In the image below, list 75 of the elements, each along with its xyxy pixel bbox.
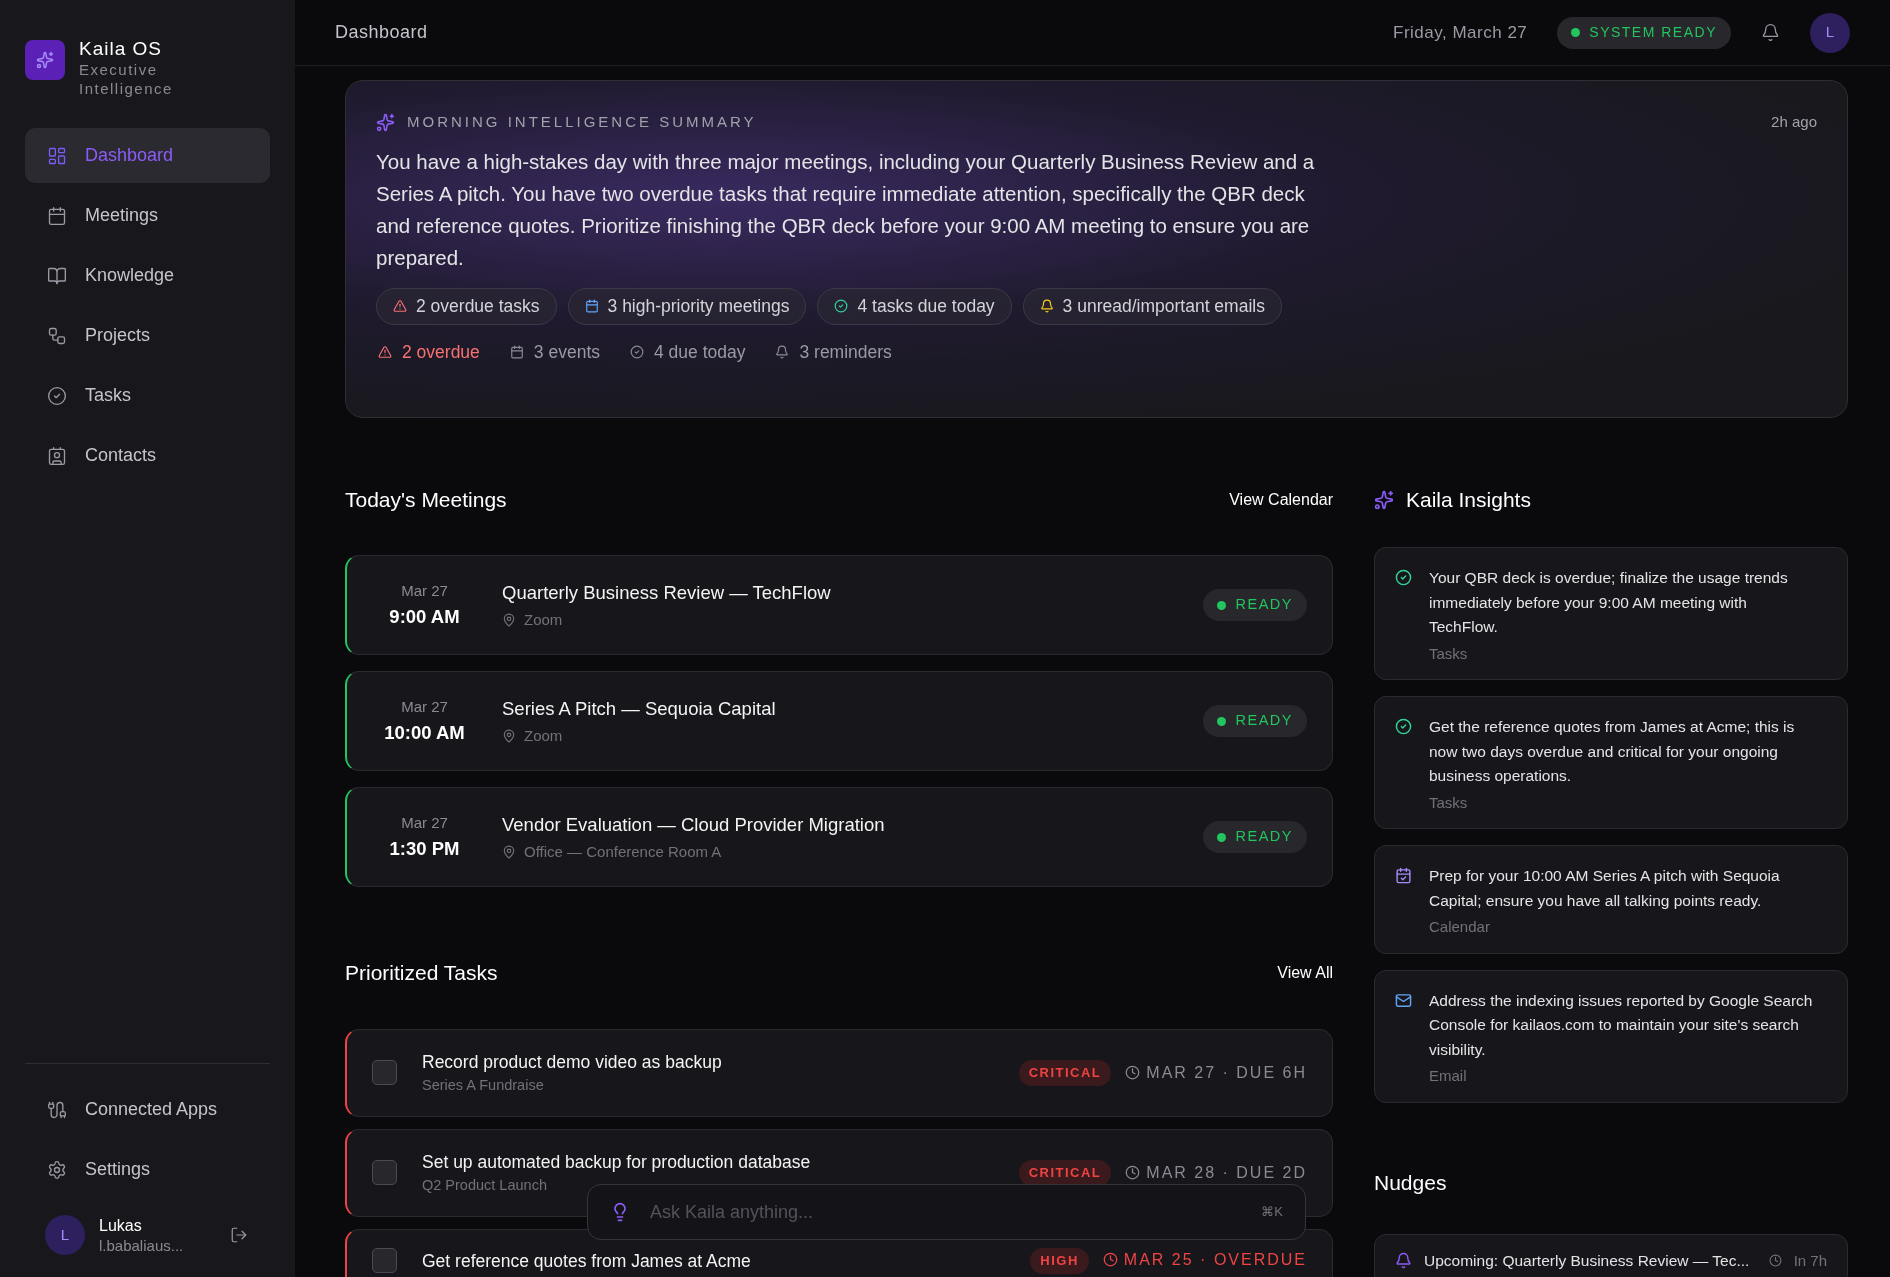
nav-item[interactable]: Meetings bbox=[25, 188, 270, 243]
user-email: l.babaliaus... bbox=[99, 1235, 185, 1255]
meeting-location: Zoom bbox=[524, 609, 563, 630]
page-title: Dashboard bbox=[335, 21, 428, 44]
ask-dialog[interactable]: Ask Kaila anything... ⌘K bbox=[587, 1184, 1306, 1240]
status-text: READY bbox=[1235, 595, 1293, 615]
meeting-location: Zoom bbox=[524, 725, 563, 746]
task-title: Get reference quotes from James at Acme bbox=[422, 1249, 752, 1273]
section-link[interactable]: View Calendar bbox=[1229, 487, 1333, 512]
insight-text: Your QBR deck is overdue; finalize the usage trends immediately before your 9:00 AM meeting with TechFlow. bbox=[1429, 568, 1789, 638]
chip-label: 2 overdue tasks bbox=[416, 294, 540, 318]
priority-badge: HIGH bbox=[1030, 1247, 1089, 1274]
status-text: READY bbox=[1235, 827, 1293, 847]
priority-badge: CRITICAL bbox=[1018, 1059, 1112, 1086]
nav-item[interactable]: Knowledge bbox=[25, 248, 270, 303]
nav-item[interactable]: Tasks bbox=[25, 368, 270, 423]
task-title: Set up automated backup for production database bbox=[422, 1150, 812, 1174]
task-project: Q2 Product Launch bbox=[422, 1176, 548, 1195]
task-card[interactable]: Record product demo video as backup Series A Fundraise CRITICAL MAR 27 · DUE 6H bbox=[345, 1028, 1333, 1117]
chip-label: 3 high-priority meetings bbox=[607, 294, 790, 318]
nav-item[interactable]: Connected Apps bbox=[25, 1082, 270, 1137]
status-text: READY bbox=[1235, 711, 1293, 731]
insight-source: Tasks bbox=[1429, 792, 1469, 813]
section-title: Kaila Insights bbox=[1406, 486, 1531, 513]
task-due: MAR 27 · DUE 6H bbox=[1146, 1062, 1307, 1083]
brand-name: Kaila OS bbox=[79, 38, 163, 60]
stat-label: 4 due today bbox=[654, 340, 746, 364]
stat-label: 2 overdue bbox=[402, 340, 480, 364]
brand-tagline: Executive Intelligence bbox=[79, 60, 174, 98]
section-title: Today's Meetings bbox=[345, 486, 507, 513]
insight-text: Get the reference quotes from James at Acme; this is now two days overdue and critical for your ongoing business operations. bbox=[1429, 717, 1796, 787]
user-avatar: L bbox=[45, 1215, 85, 1255]
user-name: Lukas bbox=[99, 1215, 143, 1236]
meeting-date: Mar 27 bbox=[401, 581, 448, 602]
chip-label: 3 unread/important emails bbox=[1062, 294, 1265, 318]
insight-text: Address the indexing issues reported by Google Search Console for kailaos.com to maintain your site's search visibility. bbox=[1429, 990, 1814, 1060]
nav-item[interactable]: Settings bbox=[25, 1142, 270, 1197]
insight-text: Prep for your 10:00 AM Series A pitch with Sequoia Capital; ensure you have all talking points ready. bbox=[1429, 866, 1781, 911]
meeting-title: Quarterly Business Review — TechFlow bbox=[502, 581, 832, 606]
task-title: Record product demo video as backup bbox=[422, 1050, 723, 1074]
summary-time: 2h ago bbox=[1771, 112, 1817, 132]
meeting-location: Office — Conference Room A bbox=[524, 841, 722, 862]
meeting-title: Vendor Evaluation — Cloud Provider Migration bbox=[502, 813, 886, 838]
insight-source: Tasks bbox=[1429, 643, 1469, 664]
meeting-card[interactable]: Mar 27 10:00 AM Series A Pitch — Sequoia Capital Zoom READY bbox=[345, 671, 1333, 772]
stat-label: 3 events bbox=[533, 340, 600, 364]
nav-item[interactable]: Projects bbox=[25, 308, 270, 363]
meeting-date: Mar 27 bbox=[401, 813, 448, 834]
user-avatar: L bbox=[1810, 12, 1850, 53]
priority-badge: CRITICAL bbox=[1018, 1159, 1112, 1186]
stat-label: 3 reminders bbox=[799, 340, 892, 364]
insight-source: Email bbox=[1429, 1066, 1468, 1087]
task-due: MAR 25 · OVERDUE bbox=[1123, 1249, 1307, 1270]
meeting-time: 9:00 AM bbox=[389, 604, 460, 629]
nudge-card[interactable]: Upcoming: Quarterly Business Review — Tec... In 7h bbox=[1374, 1234, 1848, 1277]
meeting-time: 10:00 AM bbox=[384, 720, 465, 745]
section-title: Prioritized Tasks bbox=[345, 960, 498, 987]
task-due: MAR 28 · DUE 2D bbox=[1146, 1162, 1307, 1183]
chip-label: 4 tasks due today bbox=[857, 294, 995, 318]
meeting-title: Series A Pitch — Sequoia Capital bbox=[502, 697, 777, 722]
summary-title: MORNING INTELLIGENCE SUMMARY bbox=[407, 112, 757, 132]
nav-item[interactable]: Contacts bbox=[25, 428, 270, 483]
summary-text: You have a high-stakes day with three major meetings, including your Quarterly Business Review and a Series A pitch. You have two overdue tasks that require immediate attention, specifically the QBR deck and reference quotes. Prioritize finishing the QBR deck before your 9:00 AM meeting to ensure you are prepared. bbox=[376, 148, 1316, 271]
meeting-date: Mar 27 bbox=[401, 697, 448, 718]
task-project: Series A Fundraise bbox=[422, 1076, 545, 1095]
meeting-time: 1:30 PM bbox=[389, 836, 460, 861]
meeting-card[interactable]: Mar 27 9:00 AM Quarterly Business Review — TechFlow Zoom READY bbox=[345, 555, 1333, 656]
section-link[interactable]: View All bbox=[1277, 961, 1333, 985]
section-title: Nudges bbox=[1374, 1169, 1448, 1196]
nudge-time: In 7h bbox=[1793, 1250, 1827, 1271]
insight-source: Calendar bbox=[1429, 917, 1491, 938]
status-text: SYSTEM READY bbox=[1589, 23, 1717, 42]
date-text: Friday, March 27 bbox=[1393, 21, 1528, 44]
meeting-card[interactable]: Mar 27 1:30 PM Vendor Evaluation — Cloud Provider Migration Office — Conference Room A READY bbox=[345, 787, 1333, 888]
nudge-text: Upcoming: Quarterly Business Review — Tec... bbox=[1424, 1251, 1751, 1272]
